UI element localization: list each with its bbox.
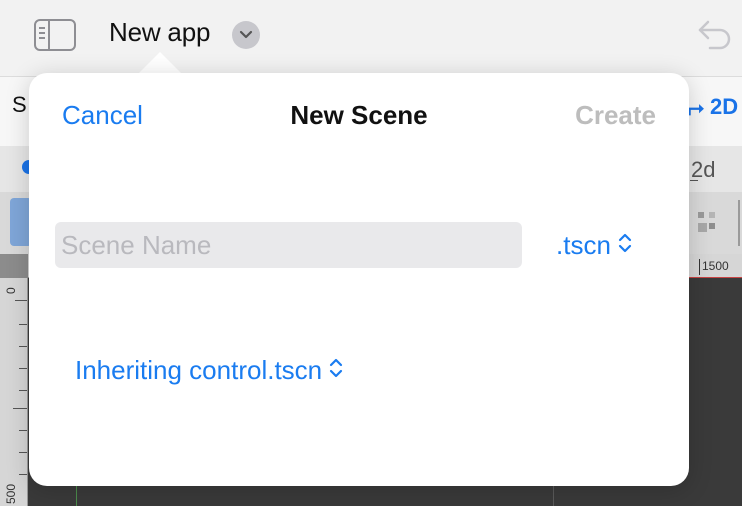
ruler-label: 0 — [4, 287, 18, 294]
navigation-bar: New app — [0, 0, 742, 76]
sidebar-toggle-icon[interactable] — [34, 19, 76, 51]
x-axis-line — [688, 277, 742, 278]
ruler-label: 1500 — [699, 259, 729, 275]
chevron-up-down-icon — [329, 355, 343, 386]
create-button[interactable]: Create — [575, 100, 656, 131]
app-window: New app S ⮣ 2D 2d 1500 0 500 Cancel New … — [0, 0, 742, 506]
vertical-ruler — [0, 278, 28, 506]
chevron-down-icon[interactable] — [232, 21, 260, 49]
editor-menu-label[interactable]: S — [12, 92, 27, 118]
popover-arrow — [138, 52, 182, 74]
scene-name-input[interactable] — [55, 222, 522, 268]
inherit-scene-picker[interactable]: Inheriting control.tscn — [75, 355, 343, 386]
mode-2d-button[interactable]: ⮣ 2D — [688, 94, 738, 120]
mode-switch-icon: ⮣ — [688, 97, 704, 119]
grid-snap-icon[interactable] — [697, 211, 719, 238]
extension-label: .tscn — [556, 230, 611, 260]
ruler-label: 500 — [4, 483, 18, 504]
y-axis-line — [76, 486, 77, 506]
scene-tab-2d[interactable]: 2d — [690, 157, 715, 183]
new-scene-dialog: Cancel New Scene Create .tscn Inheriting… — [29, 73, 689, 486]
viewport-guide-line — [553, 486, 554, 506]
chevron-up-down-icon — [618, 230, 632, 261]
extension-picker[interactable]: .tscn — [556, 230, 632, 261]
inherit-label: Inheriting control.tscn — [75, 355, 323, 385]
undo-icon[interactable] — [696, 18, 734, 57]
toolbar-separator — [738, 200, 740, 246]
ruler-corner — [0, 254, 28, 278]
app-title[interactable]: New app — [109, 17, 210, 48]
